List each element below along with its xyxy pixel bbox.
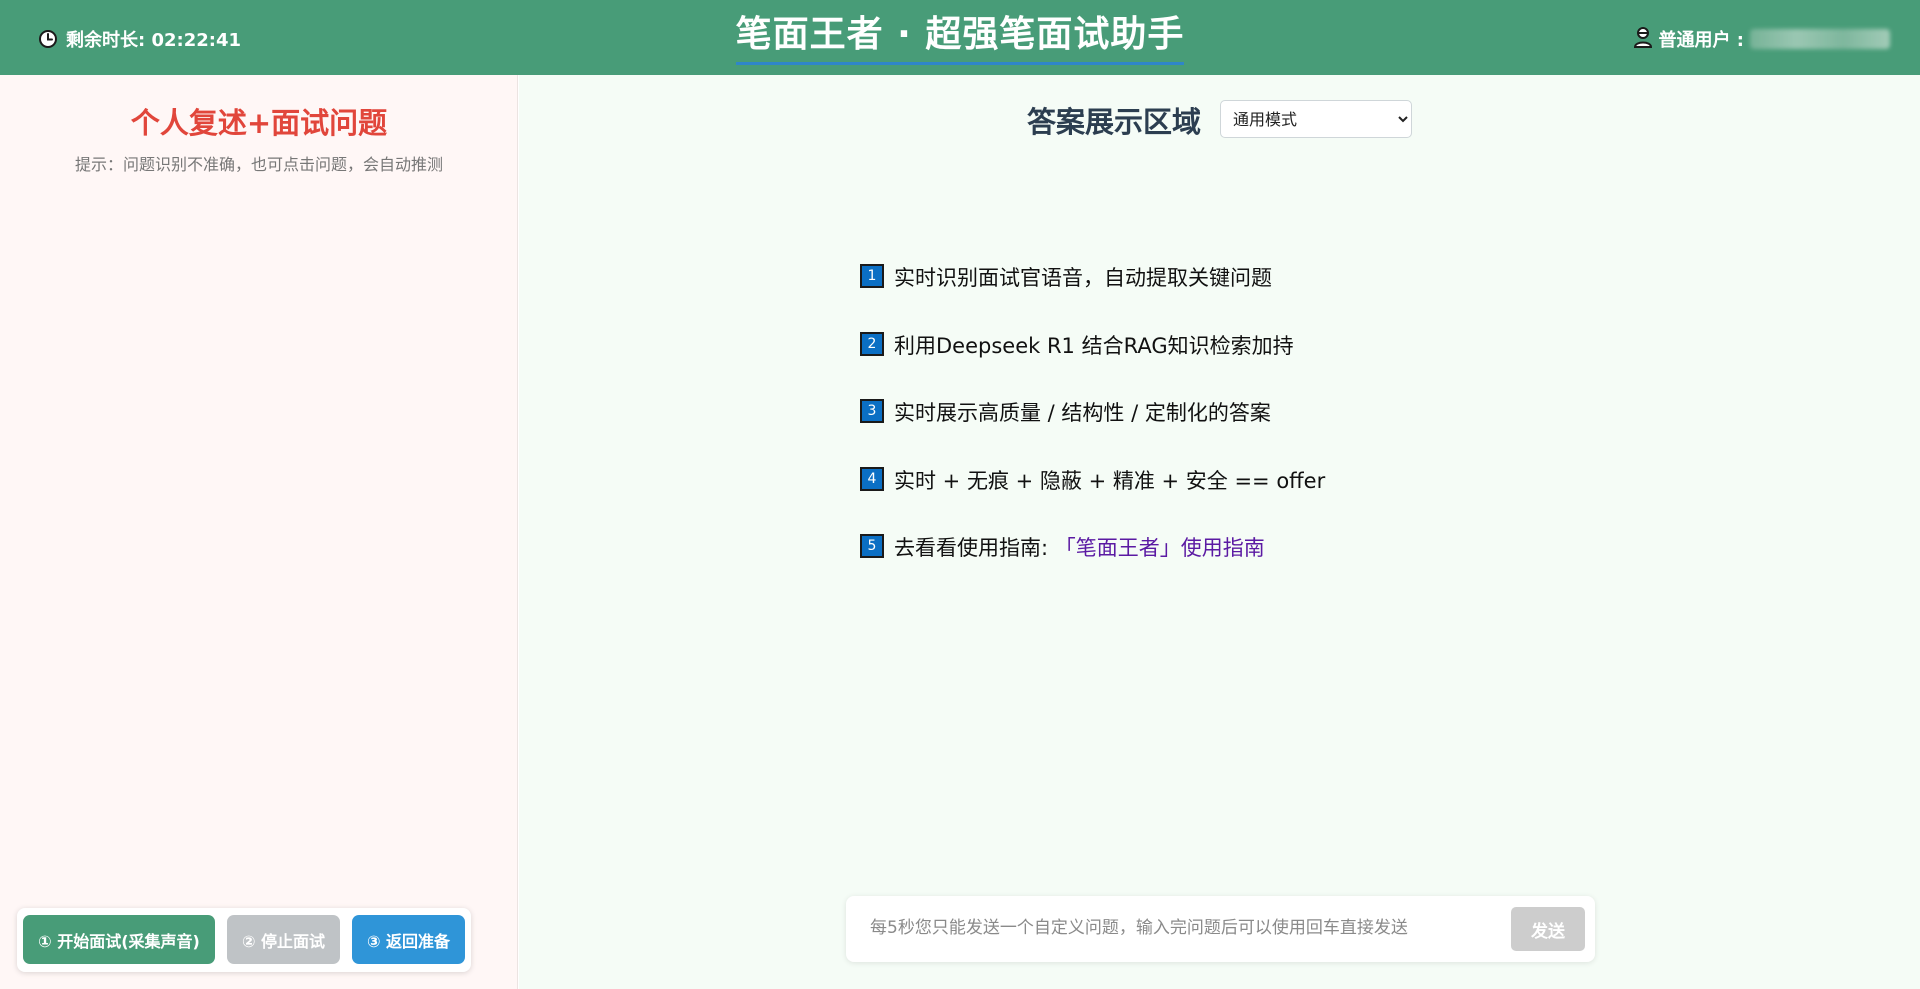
answer-panel: 答案展示区域 通用模式 1 实时识别面试官语音，自动提取关键问题 2 利用Dee…	[519, 75, 1920, 989]
user-name-redacted	[1750, 29, 1890, 49]
feature-item: 1 实时识别面试官语音，自动提取关键问题	[860, 262, 1325, 330]
mode-select[interactable]: 通用模式	[1220, 100, 1412, 138]
question-panel-title: 个人复述+面试问题	[130, 106, 388, 140]
feature-text: 实时 + 无痕 + 隐蔽 + 精准 + 安全 == offer	[894, 468, 1326, 493]
question-panel-hint: 提示：问题识别不准确，也可点击问题，会自动推测	[74, 155, 443, 174]
custom-question-input[interactable]	[856, 905, 1456, 951]
feature-list: 1 实时识别面试官语音，自动提取关键问题 2 利用Deepseek R1 结合R…	[860, 262, 1325, 600]
user-info[interactable]: 普通用户 :	[1633, 24, 1890, 54]
number-badge-icon: 1	[860, 264, 884, 288]
feature-item: 3 实时展示高质量 / 结构性 / 定制化的答案	[860, 397, 1325, 465]
app-title-text: 笔面王者 · 超强笔面试助手	[735, 12, 1185, 65]
interview-controls: ① 开始面试(采集声音) ② 停止面试 ③ 返回准备	[17, 908, 471, 972]
feature-text: 去看看使用指南:	[894, 536, 1055, 560]
feature-text: 实时识别面试官语音，自动提取关键问题	[894, 266, 1272, 290]
feature-text: 利用Deepseek R1 结合RAG知识检索加持	[894, 333, 1294, 358]
feature-text: 实时展示高质量 / 结构性 / 定制化的答案	[894, 401, 1271, 425]
number-badge-icon: 5	[860, 534, 884, 558]
start-interview-button[interactable]: ① 开始面试(采集声音)	[23, 915, 215, 964]
app-header: 剩余时长: 02:22:41 笔面王者 · 超强笔面试助手 普通用户 :	[0, 0, 1920, 75]
user-guide-link[interactable]: 「笔面王者」使用指南	[1055, 532, 1265, 562]
feature-item: 4 实时 + 无痕 + 隐蔽 + 精准 + 安全 == offer	[860, 465, 1325, 533]
feature-item: 5 去看看使用指南: 「笔面王者」使用指南	[860, 532, 1325, 600]
feature-item: 2 利用Deepseek R1 结合RAG知识检索加持	[860, 330, 1325, 398]
user-avatar-icon	[1633, 26, 1653, 53]
back-to-prepare-button[interactable]: ③ 返回准备	[352, 915, 465, 964]
number-badge-icon: 3	[860, 399, 884, 423]
number-badge-icon: 4	[860, 466, 884, 491]
user-role-label: 普通用户 :	[1658, 30, 1744, 51]
stop-interview-button[interactable]: ② 停止面试	[227, 915, 340, 964]
number-badge-icon: 2	[860, 331, 884, 356]
question-panel: 个人复述+面试问题 提示：问题识别不准确，也可点击问题，会自动推测 ① 开始面试…	[0, 75, 518, 989]
answer-panel-title: 答案展示区域	[1027, 105, 1202, 139]
send-button[interactable]: 发送	[1511, 907, 1585, 951]
question-composer: 发送	[846, 896, 1595, 962]
